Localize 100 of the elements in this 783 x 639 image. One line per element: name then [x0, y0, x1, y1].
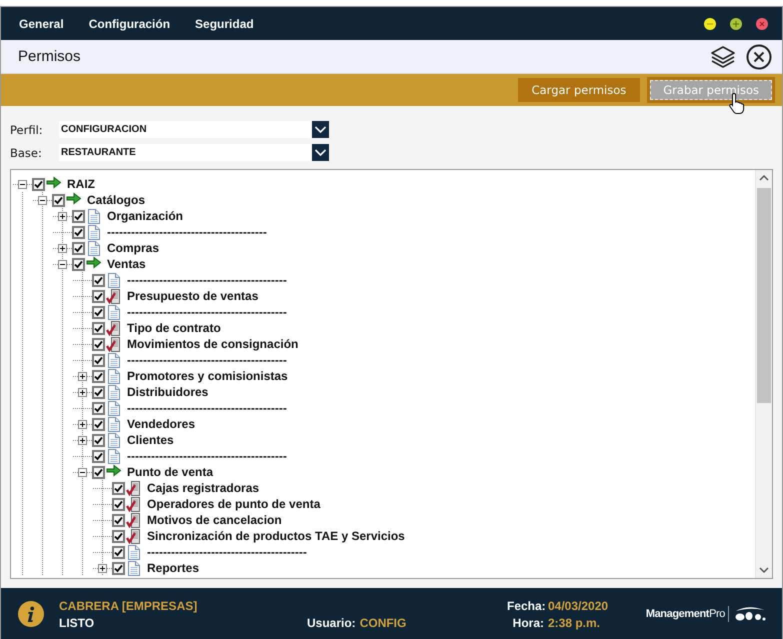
- document-icon: [86, 224, 101, 240]
- expand-button[interactable]: [58, 244, 67, 252]
- checkbox[interactable]: [92, 450, 105, 462]
- menu-item[interactable]: Seguridad: [195, 16, 254, 30]
- tree-item-label[interactable]: Presupuesto de ventas: [127, 289, 258, 303]
- checkbox[interactable]: [92, 466, 105, 478]
- date-value: 04/03/2020: [548, 598, 608, 612]
- tree-item-label[interactable]: Reportes: [147, 561, 200, 575]
- tree-item-label[interactable]: ----------------------------------------: [127, 353, 287, 367]
- expand-button[interactable]: [78, 436, 87, 444]
- window-title: Permisos: [18, 48, 81, 65]
- tree-item-label[interactable]: Cajas registradoras: [147, 481, 260, 495]
- document-icon: [106, 304, 121, 320]
- checkbox[interactable]: [92, 290, 105, 302]
- dropdown-field[interactable]: CONFIGURACION: [59, 121, 311, 138]
- tree-item-label[interactable]: ----------------------------------------: [127, 305, 287, 319]
- checkbox[interactable]: [112, 546, 125, 558]
- checkbox[interactable]: [92, 370, 105, 382]
- checkbox[interactable]: [72, 226, 85, 238]
- tree-item-label[interactable]: ----------------------------------------: [127, 449, 287, 463]
- date-label: Fecha:: [507, 598, 544, 612]
- checkbox[interactable]: [52, 194, 65, 206]
- checkbox[interactable]: [112, 530, 125, 542]
- checkbox[interactable]: [92, 386, 105, 398]
- tree-item-label[interactable]: Operadores de punto de venta: [147, 497, 320, 511]
- dropdown-button[interactable]: [312, 144, 329, 161]
- logo-icon: [728, 604, 768, 624]
- tree-item-label[interactable]: Organización: [107, 209, 184, 223]
- collapse-button[interactable]: [18, 180, 27, 188]
- checkbox[interactable]: [72, 258, 85, 270]
- time-value: 2:38 p.m.: [548, 616, 600, 630]
- checkbox[interactable]: [32, 178, 45, 190]
- document-icon: [106, 432, 121, 448]
- tree-item-label[interactable]: Ventas: [107, 257, 146, 271]
- tree-item-label[interactable]: ----------------------------------------: [107, 225, 267, 239]
- checkbox[interactable]: [92, 322, 105, 334]
- document-icon: [86, 208, 101, 224]
- checkbox[interactable]: [112, 482, 125, 494]
- user-label: Usuario:: [307, 616, 356, 630]
- scrollbar[interactable]: [755, 170, 772, 578]
- checkbox[interactable]: [112, 498, 125, 510]
- scroll-thumb[interactable]: [757, 188, 771, 403]
- brand-name: ManagementPro: [646, 608, 725, 620]
- tree-item-label[interactable]: Movimientos de consignación: [127, 337, 298, 351]
- checkbox[interactable]: [92, 434, 105, 446]
- menu-item[interactable]: General: [19, 16, 64, 30]
- tree-item-label[interactable]: Compras: [107, 241, 160, 255]
- form-icon: [106, 336, 121, 352]
- dropdown-field[interactable]: RESTAURANTE: [59, 144, 311, 161]
- tree-item-label[interactable]: Sincronización de productos TAE y Servicios: [147, 529, 405, 543]
- checkbox[interactable]: [92, 306, 105, 318]
- form-icon: [126, 528, 141, 544]
- close-icon[interactable]: [746, 44, 772, 70]
- tree-item-label[interactable]: Motivos de cancelacion: [147, 513, 282, 527]
- document-icon: [86, 240, 101, 256]
- tree-item-label[interactable]: Distribuidores: [127, 385, 208, 399]
- form-icon: [126, 512, 141, 528]
- tree-item-label[interactable]: ----------------------------------------: [127, 273, 287, 287]
- toolbar-button[interactable]: Cargar permisos: [518, 78, 640, 102]
- tree-item-label[interactable]: Punto de venta: [127, 465, 214, 479]
- collapse-button[interactable]: [58, 260, 67, 268]
- expand-button[interactable]: [78, 420, 87, 428]
- checkbox[interactable]: [92, 418, 105, 430]
- checkbox[interactable]: [92, 354, 105, 366]
- collapse-button[interactable]: [78, 468, 87, 476]
- document-icon: [106, 384, 121, 400]
- tree-item-label[interactable]: Catálogos: [87, 193, 146, 207]
- tree-item-label[interactable]: Promotores y comisionistas: [127, 369, 288, 383]
- checkbox[interactable]: [92, 274, 105, 286]
- collapse-button[interactable]: [38, 196, 47, 204]
- checkbox[interactable]: [92, 338, 105, 350]
- tree-item-label[interactable]: ----------------------------------------: [127, 401, 287, 415]
- document-icon: [106, 272, 121, 288]
- tree-item-label[interactable]: Clientes: [127, 433, 174, 447]
- info-icon: [18, 601, 44, 627]
- checkbox[interactable]: [92, 402, 105, 414]
- menu-item[interactable]: Configuración: [88, 16, 170, 30]
- close-button[interactable]: [756, 18, 768, 30]
- expand-button[interactable]: [58, 212, 67, 220]
- checkbox[interactable]: [112, 562, 125, 574]
- expand-button[interactable]: [78, 388, 87, 396]
- expand-button[interactable]: [78, 372, 87, 380]
- document-icon: [106, 448, 121, 464]
- document-icon: [106, 400, 121, 416]
- checkbox[interactable]: [112, 514, 125, 526]
- checkbox[interactable]: [72, 242, 85, 254]
- status-text: LISTO: [59, 616, 96, 630]
- tree-item-label[interactable]: ----------------------------------------: [147, 545, 307, 559]
- layers-icon[interactable]: [710, 44, 736, 68]
- tree-item-label[interactable]: RAIZ: [67, 177, 95, 191]
- form-icon: [106, 288, 121, 304]
- form-icon: [106, 320, 121, 336]
- maximize-button[interactable]: [730, 18, 742, 30]
- checkbox[interactable]: [72, 210, 85, 222]
- expand-button[interactable]: [98, 564, 107, 572]
- dropdown-button[interactable]: [312, 121, 329, 138]
- tree-item-label[interactable]: Vendedores: [127, 417, 196, 431]
- document-icon: [126, 560, 141, 576]
- tree-item-label[interactable]: Tipo de contrato: [127, 321, 221, 335]
- minimize-button[interactable]: [704, 18, 716, 30]
